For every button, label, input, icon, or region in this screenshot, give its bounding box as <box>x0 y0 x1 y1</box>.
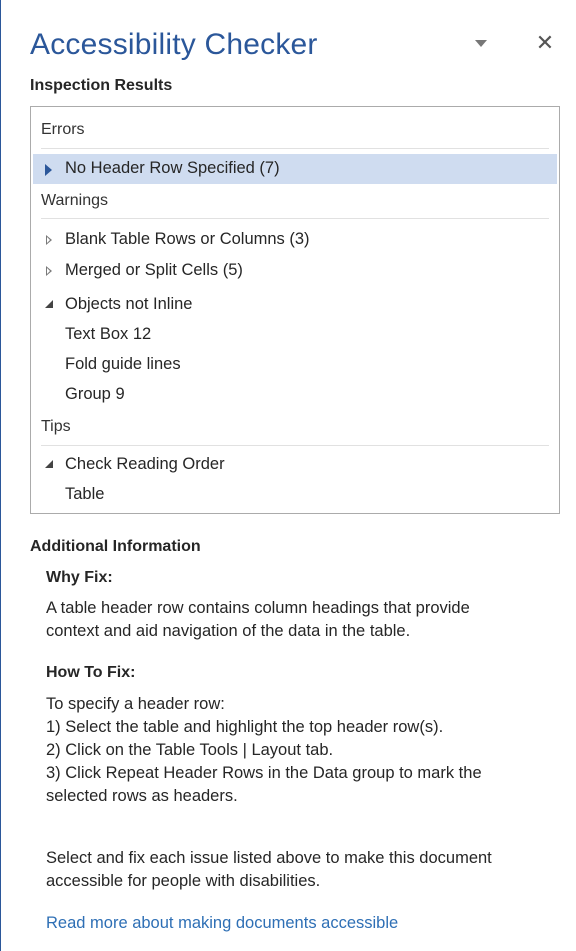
why-fix-text: A table header row contains column headi… <box>46 597 546 643</box>
pane-title: Accessibility Checker <box>30 28 318 61</box>
text-line: accessible for people with disabilities. <box>46 872 321 890</box>
text-line: 3) Click Repeat Header Rows in the Data … <box>46 764 482 782</box>
text-line: A table header row contains column headi… <box>46 599 470 617</box>
expand-arrow-icon[interactable] <box>45 164 52 176</box>
text-line: To specify a header row: <box>46 695 225 713</box>
text-line: 1) Select the table and highlight the to… <box>46 718 444 736</box>
text-line: selected rows as headers. <box>46 787 238 805</box>
inspection-results-tree[interactable]: Errors No Header Row Specified (7) Warni… <box>30 106 560 514</box>
task-pane-options-button[interactable] <box>470 36 492 54</box>
tips-category: Tips <box>41 418 71 435</box>
close-icon: ✕ <box>535 30 555 55</box>
tree-item-check-reading-order[interactable]: Check Reading Order <box>33 450 557 480</box>
text-line: Select and fix each issue listed above t… <box>46 849 492 867</box>
text-line: 2) Click on the Table Tools | Layout tab… <box>46 741 334 759</box>
chevron-down-icon <box>475 40 487 47</box>
tree-item-label: Objects not Inline <box>65 295 193 313</box>
tree-item-objects-not-inline[interactable]: Objects not Inline <box>33 290 557 320</box>
collapse-arrow-icon[interactable] <box>45 460 53 468</box>
pane-border <box>0 0 1 951</box>
errors-category: Errors <box>41 121 85 138</box>
tree-item-no-header-row[interactable]: No Header Row Specified (7) <box>33 154 557 184</box>
how-to-fix-text: To specify a header row: 1) Select the t… <box>46 693 546 808</box>
how-to-fix-heading: How To Fix: <box>46 664 136 681</box>
divider <box>41 445 549 446</box>
tree-item-merged-split-cells[interactable]: Merged or Split Cells (5) <box>33 256 557 286</box>
tree-child-item[interactable]: Fold guide lines <box>65 355 181 374</box>
collapse-arrow-icon[interactable] <box>45 300 53 308</box>
note-text: Select and fix each issue listed above t… <box>46 847 546 893</box>
inspection-results-heading: Inspection Results <box>30 77 173 94</box>
read-more-link[interactable]: Read more about making documents accessi… <box>46 914 398 933</box>
tree-item-label: Check Reading Order <box>65 455 225 473</box>
tree-item-label: Merged or Split Cells (5) <box>65 261 243 279</box>
expand-arrow-icon[interactable] <box>46 266 52 276</box>
close-button[interactable]: ✕ <box>534 32 556 54</box>
additional-information-heading: Additional Information <box>30 538 201 555</box>
tree-item-label: No Header Row Specified (7) <box>65 159 280 177</box>
tree-item-label: Blank Table Rows or Columns (3) <box>65 230 310 248</box>
why-fix-heading: Why Fix: <box>46 569 113 586</box>
divider <box>41 148 549 149</box>
warnings-category: Warnings <box>41 192 108 209</box>
tree-item-blank-table-rows[interactable]: Blank Table Rows or Columns (3) <box>33 225 557 255</box>
divider <box>41 218 549 219</box>
tree-child-item[interactable]: Text Box 12 <box>65 325 151 344</box>
tree-child-item[interactable]: Table <box>65 485 104 504</box>
expand-arrow-icon[interactable] <box>46 235 52 245</box>
tree-child-item[interactable]: Group 9 <box>65 385 125 404</box>
text-line: context and aid navigation of the data i… <box>46 622 411 640</box>
